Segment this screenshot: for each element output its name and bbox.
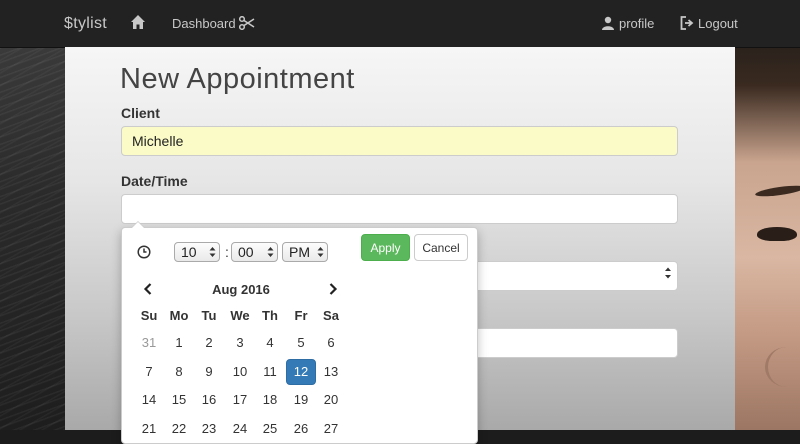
select-updown-icon bbox=[665, 267, 671, 279]
nav-dashboard-label: Dashboard bbox=[172, 16, 236, 31]
calendar-day[interactable]: 20 bbox=[316, 387, 346, 413]
calendar-day[interactable]: 23 bbox=[194, 416, 224, 442]
calendar-day[interactable]: 22 bbox=[164, 416, 194, 442]
calendar-day[interactable]: 7 bbox=[134, 359, 164, 385]
weekday-header: Su bbox=[140, 308, 158, 323]
weekday-header: Sa bbox=[323, 308, 339, 323]
eye bbox=[757, 227, 797, 241]
calendar-day[interactable]: 19 bbox=[286, 387, 316, 413]
month-label: Aug 2016 bbox=[212, 282, 270, 297]
calendar-day[interactable]: 9 bbox=[194, 359, 224, 385]
datetime-label: Date/Time bbox=[121, 173, 188, 189]
calendar-day[interactable]: 24 bbox=[225, 416, 255, 442]
calendar-day[interactable]: 21 bbox=[134, 416, 164, 442]
cancel-button[interactable]: Cancel bbox=[414, 234, 468, 261]
page-title: New Appointment bbox=[120, 63, 355, 95]
updown-icon bbox=[317, 247, 324, 257]
apply-button[interactable]: Apply bbox=[361, 234, 410, 261]
weekday-header: Fr bbox=[294, 308, 308, 323]
weekday-header: Tu bbox=[201, 308, 217, 323]
brand-logo[interactable]: $tylist bbox=[64, 15, 107, 33]
nav-profile-label: profile bbox=[619, 16, 655, 31]
nav-profile-link[interactable]: profile bbox=[601, 16, 654, 31]
ampm-select[interactable]: PM bbox=[282, 242, 328, 262]
calendar-day[interactable]: 4 bbox=[255, 330, 285, 356]
calendar-day-selected[interactable]: 12 bbox=[286, 358, 316, 385]
calendar-day[interactable]: 11 bbox=[255, 359, 285, 385]
calendar-day[interactable]: 16 bbox=[194, 387, 224, 413]
time-separator: : bbox=[225, 244, 229, 260]
calendar-day[interactable]: 26 bbox=[286, 416, 316, 442]
ampm-value: PM bbox=[289, 244, 310, 260]
model-photo bbox=[735, 47, 800, 430]
calendar-day[interactable]: 17 bbox=[225, 387, 255, 413]
calendar-day[interactable]: 8 bbox=[164, 359, 194, 385]
calendar-day[interactable]: 3 bbox=[225, 330, 255, 356]
calendar-day[interactable]: 18 bbox=[255, 387, 285, 413]
logout-icon bbox=[680, 16, 694, 30]
minute-value: 00 bbox=[238, 244, 254, 260]
calendar-day[interactable]: 25 bbox=[255, 416, 285, 442]
calendar-day[interactable]: 1 bbox=[164, 330, 194, 356]
datetime-picker: 10 : 00 PM Apply Cancel Aug 2016 Su Mo Tu W… bbox=[121, 221, 478, 444]
calendar-day[interactable]: 2 bbox=[194, 330, 224, 356]
client-label: Client bbox=[121, 105, 160, 121]
user-icon bbox=[601, 16, 615, 30]
weekday-header: Th bbox=[262, 308, 278, 323]
weekday-header: We bbox=[230, 308, 250, 323]
calendar-day[interactable]: 13 bbox=[316, 359, 346, 385]
calendar-day[interactable]: 6 bbox=[316, 330, 346, 356]
calendar-day[interactable]: 27 bbox=[316, 416, 346, 442]
navbar: $tylist Dashboard profile Logout bbox=[0, 0, 800, 48]
calendar-day[interactable]: 31 bbox=[134, 330, 164, 356]
client-input[interactable]: Michelle bbox=[121, 126, 678, 156]
hour-value: 10 bbox=[181, 244, 197, 260]
chevron-right-icon[interactable] bbox=[328, 283, 338, 295]
calendar-day[interactable]: 5 bbox=[286, 330, 316, 356]
minute-select[interactable]: 00 bbox=[231, 242, 278, 262]
nose bbox=[765, 347, 800, 387]
chevron-left-icon[interactable] bbox=[143, 283, 153, 295]
calendar-day[interactable]: 10 bbox=[225, 359, 255, 385]
nav-logout-label: Logout bbox=[698, 16, 738, 31]
clock-icon bbox=[137, 245, 151, 259]
hour-select[interactable]: 10 bbox=[174, 242, 220, 262]
nav-dashboard-link[interactable]: Dashboard bbox=[172, 15, 255, 31]
datetime-input[interactable] bbox=[121, 194, 678, 224]
calendar-day[interactable]: 15 bbox=[164, 387, 194, 413]
scissors-icon bbox=[238, 15, 255, 31]
calendar-day[interactable]: 14 bbox=[134, 387, 164, 413]
updown-icon bbox=[267, 247, 274, 257]
eyebrow bbox=[754, 183, 800, 199]
nav-logout-link[interactable]: Logout bbox=[680, 16, 738, 31]
home-icon[interactable] bbox=[130, 14, 146, 30]
updown-icon bbox=[209, 247, 216, 257]
weekday-header: Mo bbox=[169, 308, 189, 323]
